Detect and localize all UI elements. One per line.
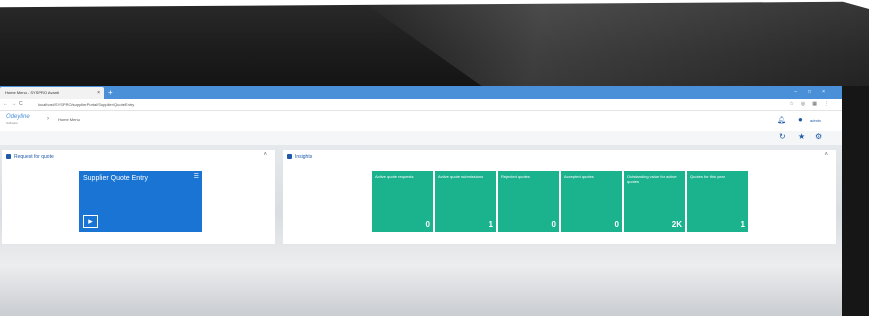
- panel-header: Request for quote: [6, 154, 54, 160]
- insight-tile-active-quote-submissions[interactable]: Active quote submissions 1: [435, 171, 496, 232]
- tile-value: 1: [488, 220, 493, 229]
- tile-value: 0: [614, 220, 619, 229]
- address-bar: ←→C localhost/SYSPRO/supplierPortal/Supp…: [0, 99, 842, 111]
- dashboard-content: Request for quote ˄ Supplier Quote Entry…: [0, 145, 842, 316]
- user-icon[interactable]: ●: [798, 115, 803, 124]
- cast-icon: ▸: [83, 215, 98, 228]
- tile-value: 2K: [671, 220, 682, 229]
- insight-tile-quotes-this-year[interactable]: Quotes for this year 1: [687, 171, 748, 232]
- star-icon[interactable]: ★: [798, 132, 805, 141]
- chevron-up-icon[interactable]: ˄: [263, 152, 267, 158]
- laptop-bezel: [842, 86, 869, 316]
- supplier-quote-entry-tile[interactable]: Supplier Quote Entry ☰ ▸: [79, 171, 202, 232]
- menu-icon[interactable]: ☰: [194, 173, 199, 180]
- insight-tile-rejected-quotes[interactable]: Rejected quotes 0: [498, 171, 559, 232]
- user-name[interactable]: admin: [810, 118, 821, 123]
- nav-buttons[interactable]: ←→C: [3, 99, 26, 110]
- browser-tab[interactable]: Home Menu - SYSPRO Avanti ×: [0, 87, 104, 99]
- close-icon[interactable]: ×: [97, 87, 100, 99]
- tile-value: 0: [551, 220, 556, 229]
- gear-icon[interactable]: ⚙: [815, 132, 822, 141]
- new-tab-button[interactable]: +: [108, 88, 113, 97]
- tile-value: 1: [740, 220, 745, 229]
- tile-label: Active quote requests: [375, 174, 414, 179]
- refresh-icon[interactable]: ↻: [779, 132, 786, 141]
- bell-icon[interactable]: 🔔︎: [777, 116, 786, 124]
- panel-title: Request for quote: [14, 154, 54, 160]
- breadcrumb: Home Menu: [58, 117, 80, 122]
- panel-header: Insights: [287, 154, 312, 160]
- logo-sub: Software: [6, 121, 18, 125]
- insights-icon: [287, 154, 292, 159]
- panel-title: Insights: [295, 154, 313, 160]
- url-field[interactable]: localhost/SYSPRO/supplierPortal/Supplier…: [38, 101, 134, 108]
- tile-label: Quotes for this year: [690, 174, 725, 179]
- grid-icon: [6, 154, 11, 159]
- insight-tiles: Active quote requests 0 Active quote sub…: [372, 171, 748, 232]
- window-controls[interactable]: –□×: [794, 86, 836, 99]
- tile-value: 0: [425, 220, 430, 229]
- insights-panel: Insights ˄ Active quote requests 0 Activ…: [283, 150, 836, 244]
- tile-label: Outstanding value for active quotes: [627, 174, 677, 184]
- app-header: Odeyline Software › Home Menu 🔔︎ ● admin: [0, 111, 842, 131]
- chevron-right-icon: ›: [47, 116, 49, 122]
- insight-tile-accepted-quotes[interactable]: Accepted quotes 0: [561, 171, 622, 232]
- tile-label: Rejected quotes: [501, 174, 530, 179]
- request-for-quote-panel: Request for quote ˄ Supplier Quote Entry…: [2, 150, 275, 244]
- browser-window: Home Menu - SYSPRO Avanti × + –□× ←→C lo…: [0, 86, 842, 316]
- tile-label: Accepted quotes: [564, 174, 594, 179]
- toolbar: ↻ ★ ⚙: [0, 131, 842, 145]
- chevron-up-icon[interactable]: ˄: [824, 152, 828, 158]
- insight-tile-active-quote-requests[interactable]: Active quote requests 0: [372, 171, 433, 232]
- insight-tile-outstanding-value[interactable]: Outstanding value for active quotes 2K: [624, 171, 685, 232]
- tile-label: Supplier Quote Entry: [83, 175, 148, 182]
- extension-icons[interactable]: ☆◎▦⋮: [789, 99, 836, 110]
- tab-title: Home Menu - SYSPRO Avanti: [5, 90, 59, 95]
- tab-bar: Home Menu - SYSPRO Avanti × + –□×: [0, 86, 842, 99]
- tile-label: Active quote submissions: [438, 174, 484, 179]
- app-logo[interactable]: Odeyline Software: [6, 114, 30, 126]
